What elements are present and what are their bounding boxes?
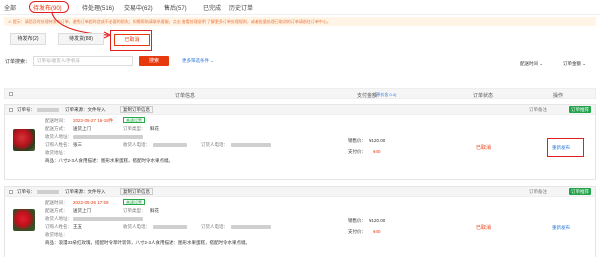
more-filters-link[interactable]: 更多筛选条件 ⌄ xyxy=(182,58,214,64)
pay-amount: ¥40 xyxy=(373,229,381,234)
product-thumbnail xyxy=(13,129,35,151)
subtab-to-ship[interactable]: 待发货(88) xyxy=(58,33,104,45)
sort-time[interactable]: 配送时间 ⌄ xyxy=(520,61,543,67)
order-source: 订单来源：文件导入 xyxy=(65,107,106,112)
category-label: 订单类型： xyxy=(123,126,146,131)
subtab-to-publish[interactable]: 待发布(2) xyxy=(10,33,46,45)
tab-in-transaction[interactable]: 交易中(62) xyxy=(124,3,153,12)
order-status: 已取消 xyxy=(476,145,492,151)
order-note: 商品：八寸2-3人食用描述：图形水果蛋糕，搭配时令水果点缀。 xyxy=(45,158,174,163)
product-thumbnail xyxy=(13,209,35,231)
contact-label: 收货人电话： xyxy=(123,224,150,229)
order-tag: 普通设置 xyxy=(123,117,145,123)
order-checkbox[interactable] xyxy=(9,190,13,194)
address-label: 收货地址： xyxy=(45,150,68,155)
sale-price: ¥120.00 xyxy=(369,138,386,143)
pay-label: 支付价： xyxy=(348,149,366,154)
sort-amount[interactable]: 订单金额 ⌄ xyxy=(563,61,586,67)
copy-order-button[interactable]: 复制订单信息 xyxy=(120,106,153,113)
tab-history[interactable]: 历史订单 xyxy=(229,3,253,12)
delivery-time-label: 配送时间： xyxy=(45,200,68,205)
category-label: 订单类型： xyxy=(123,208,146,213)
col-order-info: 订单信息 xyxy=(175,93,196,99)
method-label: 配送方式： xyxy=(45,126,68,131)
order-checkbox[interactable] xyxy=(9,108,13,112)
buyer-name: 张三 xyxy=(73,142,82,147)
pay-amount: ¥40 xyxy=(373,149,381,154)
order-tag: 普通设置 xyxy=(123,199,145,205)
delivery-time: 2022-05-27 16-18件 xyxy=(73,118,114,123)
table-header: 订单信息 支付金额 (原价含 0.4) 订单状态 操作 xyxy=(4,88,596,99)
tab-all[interactable]: 全部 xyxy=(4,3,16,12)
tab-after-sales[interactable]: 售后(57) xyxy=(164,3,187,12)
pay-label: 支付价： xyxy=(348,229,366,234)
search-button[interactable]: 搜索 xyxy=(139,56,169,66)
order-remark-flag[interactable]: 订单备注 xyxy=(529,107,547,113)
price-label: 销售价： xyxy=(348,218,366,223)
recommend-button[interactable]: 订单推荐 xyxy=(569,106,591,113)
order-status: 已取消 xyxy=(476,225,492,231)
phone-label: 订货人电话： xyxy=(201,142,228,147)
receiver-label: 收货人地址： xyxy=(45,216,72,221)
buyer-name: 王五 xyxy=(73,224,82,229)
highlight-action xyxy=(547,138,584,157)
recommend-button[interactable]: 订单推荐 xyxy=(569,188,591,195)
delivery-time-label: 配送时间： xyxy=(45,118,68,123)
order-category: 鲜花 xyxy=(150,126,159,131)
col-amount-basis: (原价含 0.4) xyxy=(375,92,397,97)
copy-order-button[interactable]: 复制订单信息 xyxy=(120,188,153,195)
search-label: 订单搜索： xyxy=(5,59,31,65)
order-header: 订单号： 订单来源：文件导入 复制订单信息 订单备注 订单推荐 xyxy=(5,105,595,115)
order-source: 订单来源：文件导入 xyxy=(65,189,106,194)
method-label: 配送方式： xyxy=(45,208,68,213)
phone-label: 订货人电话： xyxy=(201,224,228,229)
order-no-label: 订单号： xyxy=(17,189,35,194)
highlight-subtab xyxy=(110,30,152,51)
order-header: 订单号： 订单来源：文件导入 复制订单信息 订单备注 订单推荐 xyxy=(5,187,595,197)
select-all-checkbox[interactable] xyxy=(9,92,13,96)
search-row: 订单搜索： 订单号/收货人/手机号 搜索 更多筛选条件 ⌄ 配送时间 ⌄ 订单金… xyxy=(0,55,600,69)
republish-button[interactable]: 重新发布 xyxy=(552,225,570,231)
delivery-method: 送货上门 xyxy=(73,126,91,131)
buyer-label: 订购人姓名： xyxy=(45,224,72,229)
order-category: 鲜花 xyxy=(150,208,159,213)
price-label: 销售价： xyxy=(348,138,366,143)
order-no-label: 订单号： xyxy=(17,107,35,112)
receiver-label: 收货人地址： xyxy=(45,134,72,139)
tab-completed[interactable]: 已完成 xyxy=(203,3,221,12)
delivery-time: 2022-05-26 17:59 xyxy=(73,200,109,205)
col-status: 订单状态 xyxy=(473,93,494,99)
address-label: 收货地址： xyxy=(45,232,68,237)
delivery-method: 送货上门 xyxy=(73,208,91,213)
order-note: 商品：浪漫33朵红玫瑰，搭配时令草叶装饰，八寸2-3人食用描述：图形水果蛋糕，搭… xyxy=(45,240,251,245)
contact-label: 收货人电话： xyxy=(123,142,150,147)
col-actions: 操作 xyxy=(553,93,564,99)
buyer-label: 订购人姓名： xyxy=(45,142,72,147)
order-card: 订单号： 订单来源：文件导入 复制订单信息 订单备注 订单推荐 配送时间： 20… xyxy=(4,104,596,180)
col-amount: 支付金额 xyxy=(357,93,378,99)
order-remark-flag[interactable]: 订单备注 xyxy=(529,189,547,195)
search-input[interactable]: 订单号/收货人/手机号 xyxy=(33,56,133,66)
order-card: 订单号： 订单来源：文件导入 复制订单信息 订单备注 订单推荐 配送时间： 20… xyxy=(4,186,596,257)
sale-price: ¥120.00 xyxy=(369,218,386,223)
